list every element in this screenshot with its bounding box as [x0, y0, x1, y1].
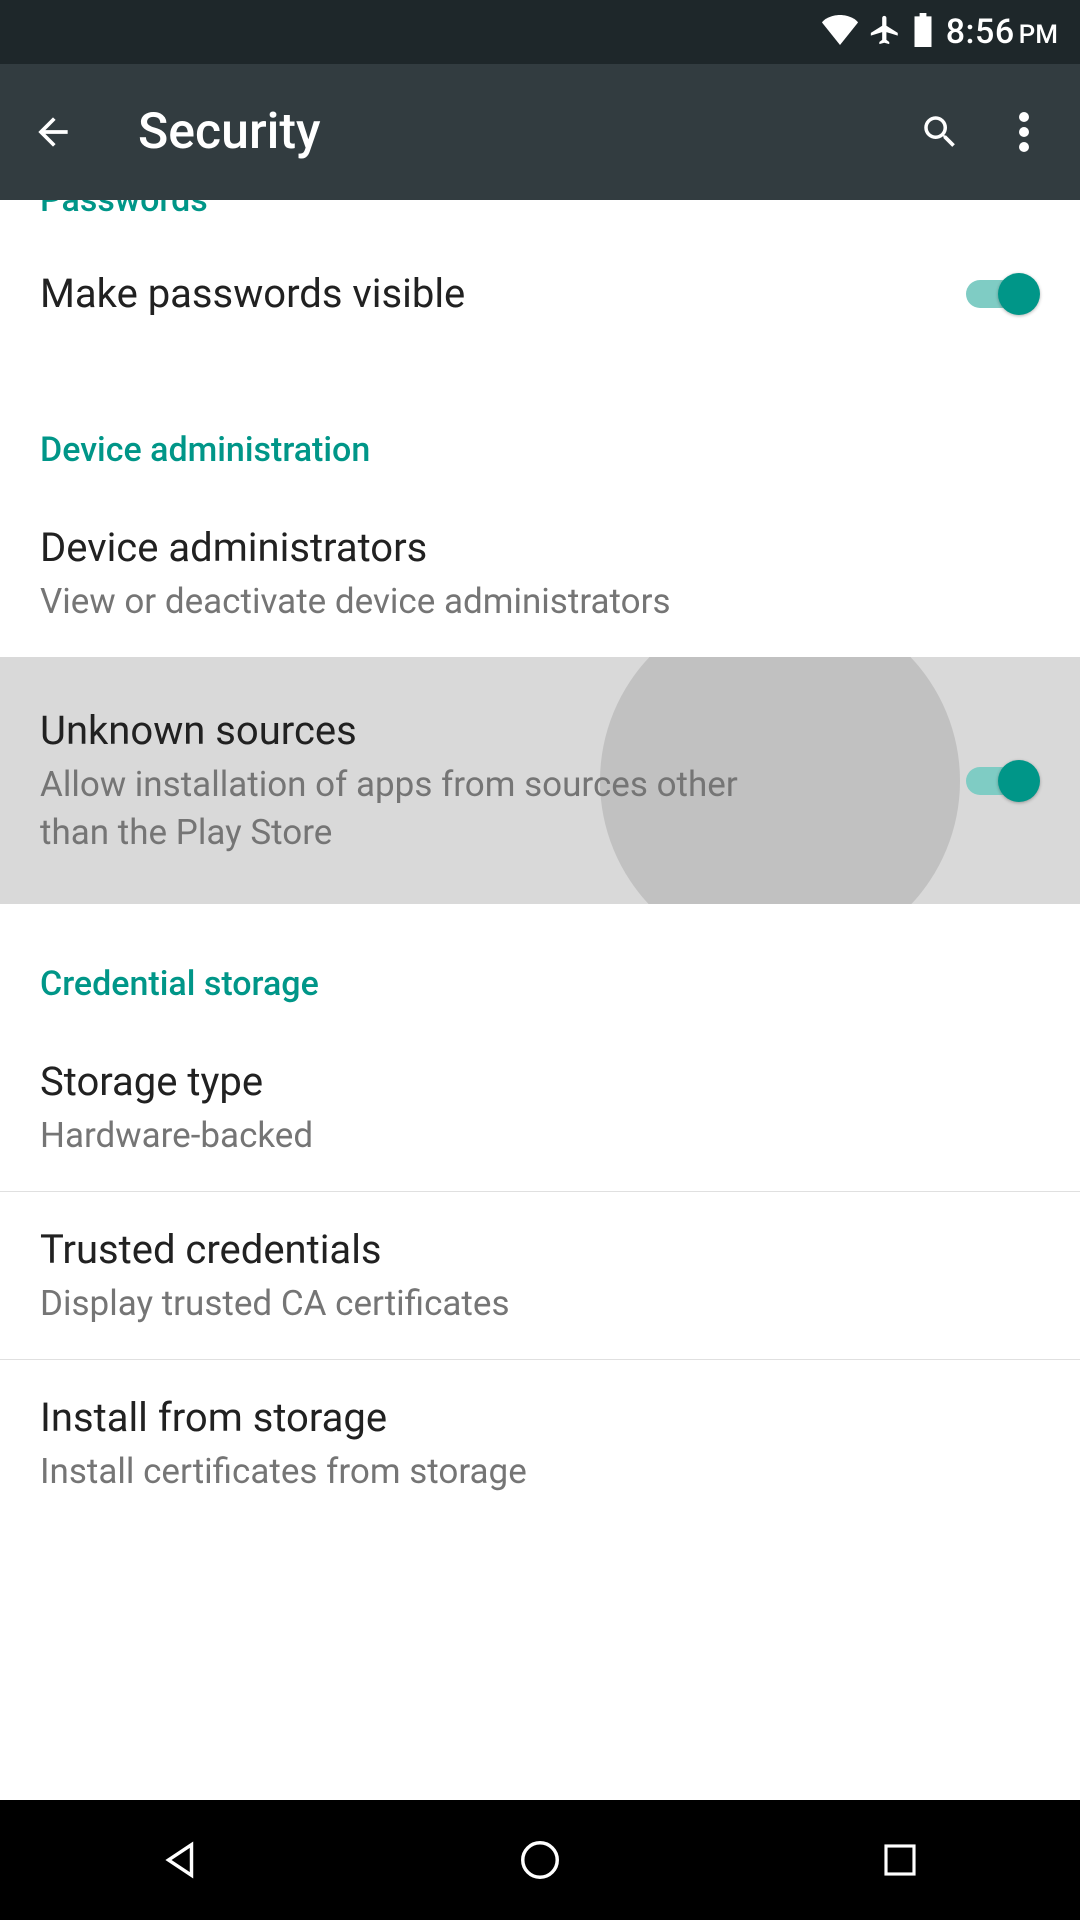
app-bar: Security: [0, 64, 1080, 200]
page-title: Security: [138, 103, 884, 161]
setting-install-from-storage[interactable]: Install from storage Install certificate…: [0, 1360, 1080, 1527]
more-vert-icon: [1019, 111, 1029, 153]
setting-device-administrators[interactable]: Device administrators View or deactivate…: [0, 490, 1080, 657]
nav-back-icon: [157, 1837, 203, 1883]
section-header-passwords: Passwords: [0, 200, 1080, 218]
battery-icon: [912, 13, 934, 51]
wifi-icon: [822, 15, 858, 49]
setting-make-passwords-visible[interactable]: Make passwords visible: [0, 218, 1080, 370]
nav-recent-button[interactable]: [850, 1830, 950, 1890]
setting-title: Device administrators: [40, 522, 1040, 574]
setting-unknown-sources[interactable]: Unknown sources Allow installation of ap…: [0, 657, 1080, 904]
toggle-unknown-sources[interactable]: [958, 758, 1040, 804]
arrow-back-icon: [31, 110, 75, 154]
overflow-menu-button[interactable]: [996, 104, 1052, 160]
status-bar: 8:56PM: [0, 0, 1080, 64]
setting-subtitle: View or deactivate device administrators: [40, 578, 1040, 625]
nav-home-button[interactable]: [490, 1830, 590, 1890]
setting-trusted-credentials[interactable]: Trusted credentials Display trusted CA c…: [0, 1192, 1080, 1359]
toggle-make-passwords-visible[interactable]: [958, 271, 1040, 317]
status-time: 8:56: [946, 12, 1015, 52]
setting-subtitle: Display trusted CA certificates: [40, 1280, 1040, 1327]
setting-title: Unknown sources: [40, 705, 760, 757]
nav-back-button[interactable]: [130, 1830, 230, 1890]
setting-title: Storage type: [40, 1056, 1040, 1108]
navigation-bar: [0, 1800, 1080, 1920]
setting-subtitle: Hardware-backed: [40, 1112, 1040, 1159]
setting-title: Trusted credentials: [40, 1224, 1040, 1276]
settings-content: Passwords Make passwords visible Device …: [0, 200, 1080, 1528]
setting-subtitle: Install certificates from storage: [40, 1448, 1040, 1495]
setting-subtitle: Allow installation of apps from sources …: [40, 761, 760, 856]
search-icon: [919, 111, 961, 153]
status-clock: 8:56PM: [946, 12, 1058, 52]
setting-title: Make passwords visible: [40, 268, 958, 320]
search-button[interactable]: [912, 104, 968, 160]
section-header-device-administration: Device administration: [0, 370, 1080, 490]
back-button[interactable]: [28, 107, 78, 157]
nav-recent-icon: [879, 1839, 921, 1881]
nav-home-icon: [517, 1837, 563, 1883]
section-header-credential-storage: Credential storage: [0, 904, 1080, 1024]
status-icons: [822, 13, 934, 51]
airplane-icon: [868, 13, 902, 51]
setting-storage-type[interactable]: Storage type Hardware-backed: [0, 1024, 1080, 1191]
status-ampm: PM: [1019, 20, 1058, 50]
setting-title: Install from storage: [40, 1392, 1040, 1444]
